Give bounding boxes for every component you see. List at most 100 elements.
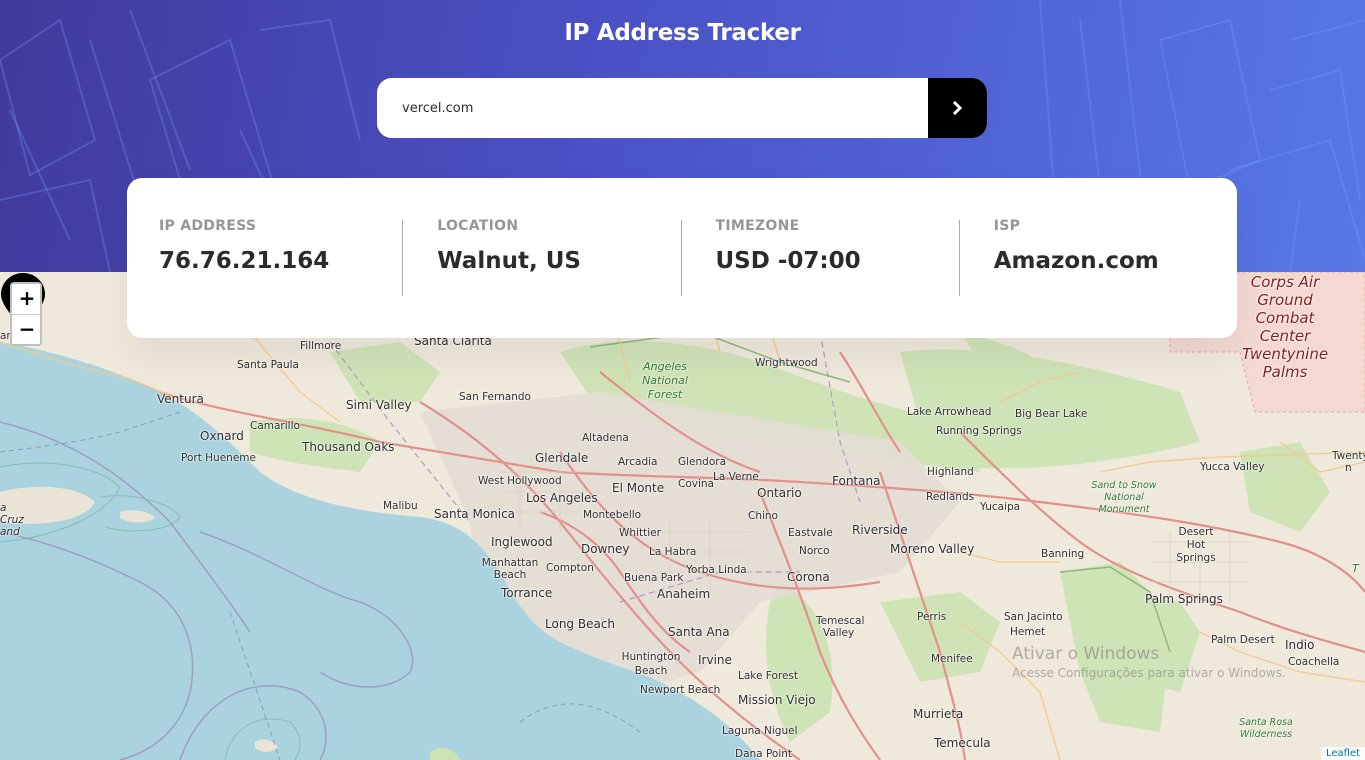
map-label: Irvine bbox=[698, 653, 732, 667]
map-label: Eastvale bbox=[788, 527, 833, 539]
map-label: Port Hueneme bbox=[181, 452, 256, 464]
map-label: Wrightwood bbox=[755, 357, 818, 369]
search-bar bbox=[377, 78, 987, 138]
map-label: Coachella bbox=[1288, 656, 1340, 668]
page-title: IP Address Tracker bbox=[564, 20, 801, 46]
map-label: Arcadia bbox=[618, 456, 658, 468]
timezone-value: USD -07:00 bbox=[715, 248, 861, 274]
map-label: Fontana bbox=[832, 474, 881, 488]
location-label: LOCATION bbox=[437, 218, 519, 234]
map-label: Big Bear Lake bbox=[1015, 408, 1088, 420]
search-submit-button[interactable] bbox=[928, 78, 987, 138]
watermark-line2: Acesse Configurações para ativar o Windo… bbox=[1012, 666, 1286, 680]
map-label: Malibu bbox=[383, 500, 418, 512]
map-label: Santa Ana bbox=[668, 625, 730, 639]
map-label: Corps Air Ground Combat Center Twentynin… bbox=[1241, 273, 1329, 381]
map-label: Menifee bbox=[931, 653, 973, 665]
map-label: Montebello bbox=[583, 509, 642, 521]
map-label: Yucaipa bbox=[980, 501, 1021, 513]
map-label: Newport Beach bbox=[640, 684, 721, 696]
timezone-section: TIMEZONE USD -07:00 bbox=[680, 218, 959, 338]
map-label: Temescal Valley bbox=[816, 615, 865, 639]
ip-address-value: 76.76.21.164 bbox=[159, 248, 330, 274]
map-label: Lake Forest bbox=[738, 670, 799, 682]
map-label: Los Angeles bbox=[526, 491, 598, 505]
map-label: San Jacinto bbox=[1004, 611, 1063, 623]
map-label: Thousand Oaks bbox=[302, 440, 395, 454]
map-label: Fillmore bbox=[300, 340, 342, 352]
map-label: Angeles National Forest bbox=[642, 360, 688, 401]
map-label: Laguna Niguel bbox=[722, 725, 798, 737]
map-label: Dana Point bbox=[735, 748, 793, 760]
map-label: La Verne bbox=[713, 471, 759, 483]
map-label: Whittier bbox=[619, 527, 661, 539]
map-label: Palm Springs bbox=[1145, 592, 1223, 606]
map-label: Inglewood bbox=[491, 535, 553, 549]
map-label: Highland bbox=[927, 466, 974, 478]
map-label: Temecula bbox=[934, 736, 991, 750]
map-label: Chino bbox=[748, 510, 778, 522]
map-label: Perris bbox=[917, 611, 947, 623]
map-label: Lake Arrowhead bbox=[907, 406, 992, 418]
search-input[interactable] bbox=[377, 78, 928, 138]
ip-address-section: IP ADDRESS 76.76.21.164 bbox=[159, 218, 402, 338]
map-label: Sand to Snow National Monument bbox=[1091, 480, 1157, 515]
map-label: Banning bbox=[1041, 548, 1085, 560]
map-label: Glendale bbox=[535, 451, 589, 465]
zoom-control: + − bbox=[10, 282, 42, 346]
isp-section: ISP Amazon.com bbox=[958, 218, 1237, 338]
map-label: Downey bbox=[581, 542, 630, 556]
map-label: Redlands bbox=[926, 491, 975, 503]
map-label: Running Springs bbox=[936, 425, 1022, 437]
map-label: Corona bbox=[787, 570, 830, 584]
map-label: Buena Park bbox=[624, 572, 684, 584]
location-value: Walnut, US bbox=[437, 248, 581, 274]
isp-label: ISP bbox=[993, 218, 1021, 234]
map-label: Altadena bbox=[582, 432, 629, 444]
map-view[interactable]: arbara Fillmore Santa Clarita Santa Paul… bbox=[0, 272, 1365, 760]
map-label: Camarillo bbox=[250, 420, 300, 432]
map-label: Mission Viejo bbox=[738, 693, 816, 707]
map-label: Anaheim bbox=[657, 587, 711, 601]
map-label: San Fernando bbox=[459, 391, 531, 403]
map-label: La Habra bbox=[649, 546, 697, 558]
chevron-right-icon bbox=[952, 101, 962, 115]
map-label: Indio bbox=[1285, 638, 1315, 652]
map-label: Norco bbox=[799, 545, 830, 557]
map-label: Simi Valley bbox=[346, 398, 412, 412]
timezone-label: TIMEZONE bbox=[715, 218, 800, 234]
map-label: T bbox=[1352, 562, 1359, 575]
map-label: Manhattan Beach bbox=[481, 557, 539, 581]
map-label: Oxnard bbox=[200, 429, 244, 443]
map-label: Covina bbox=[678, 478, 714, 490]
map-label: Santa Monica bbox=[434, 507, 516, 521]
zoom-out-button[interactable]: − bbox=[12, 314, 40, 344]
watermark-line1: Ativar o Windows bbox=[1012, 644, 1160, 664]
map-label: Glendora bbox=[678, 456, 727, 468]
isp-value: Amazon.com bbox=[993, 248, 1159, 274]
map-label: El Monte bbox=[612, 481, 665, 495]
windows-activation-watermark: Ativar o Windows Acesse Configurações pa… bbox=[1012, 644, 1286, 680]
map-label: West Hollywood bbox=[478, 475, 562, 487]
map-label: Yucca Valley bbox=[1200, 461, 1265, 473]
map-label: Moreno Valley bbox=[890, 542, 975, 556]
zoom-in-button[interactable]: + bbox=[12, 284, 40, 314]
map-label: Huntington Beach bbox=[621, 651, 681, 677]
ip-address-label: IP ADDRESS bbox=[159, 218, 257, 234]
map-label: Ontario bbox=[757, 486, 802, 500]
map-label: Compton bbox=[546, 562, 594, 574]
map-label: Yorba Linda bbox=[686, 564, 747, 576]
map-label: a Cruz and bbox=[0, 502, 24, 538]
map-label: Ventura bbox=[157, 392, 204, 406]
leaflet-attribution-link[interactable]: Leaflet bbox=[1320, 747, 1365, 760]
location-section: LOCATION Walnut, US bbox=[402, 218, 680, 338]
map-label: Long Beach bbox=[545, 617, 616, 631]
map-label: Torrance bbox=[501, 586, 553, 600]
map-label: n bbox=[1345, 462, 1352, 474]
map-label: Riverside bbox=[852, 523, 908, 537]
map-label: Desert Hot Springs bbox=[1176, 526, 1216, 564]
map-label: Murrieta bbox=[913, 707, 964, 721]
map-label: Hemet bbox=[1010, 626, 1046, 638]
map-label: Twenty bbox=[1332, 450, 1365, 462]
ip-info-card: IP ADDRESS 76.76.21.164 LOCATION Walnut,… bbox=[127, 178, 1237, 338]
